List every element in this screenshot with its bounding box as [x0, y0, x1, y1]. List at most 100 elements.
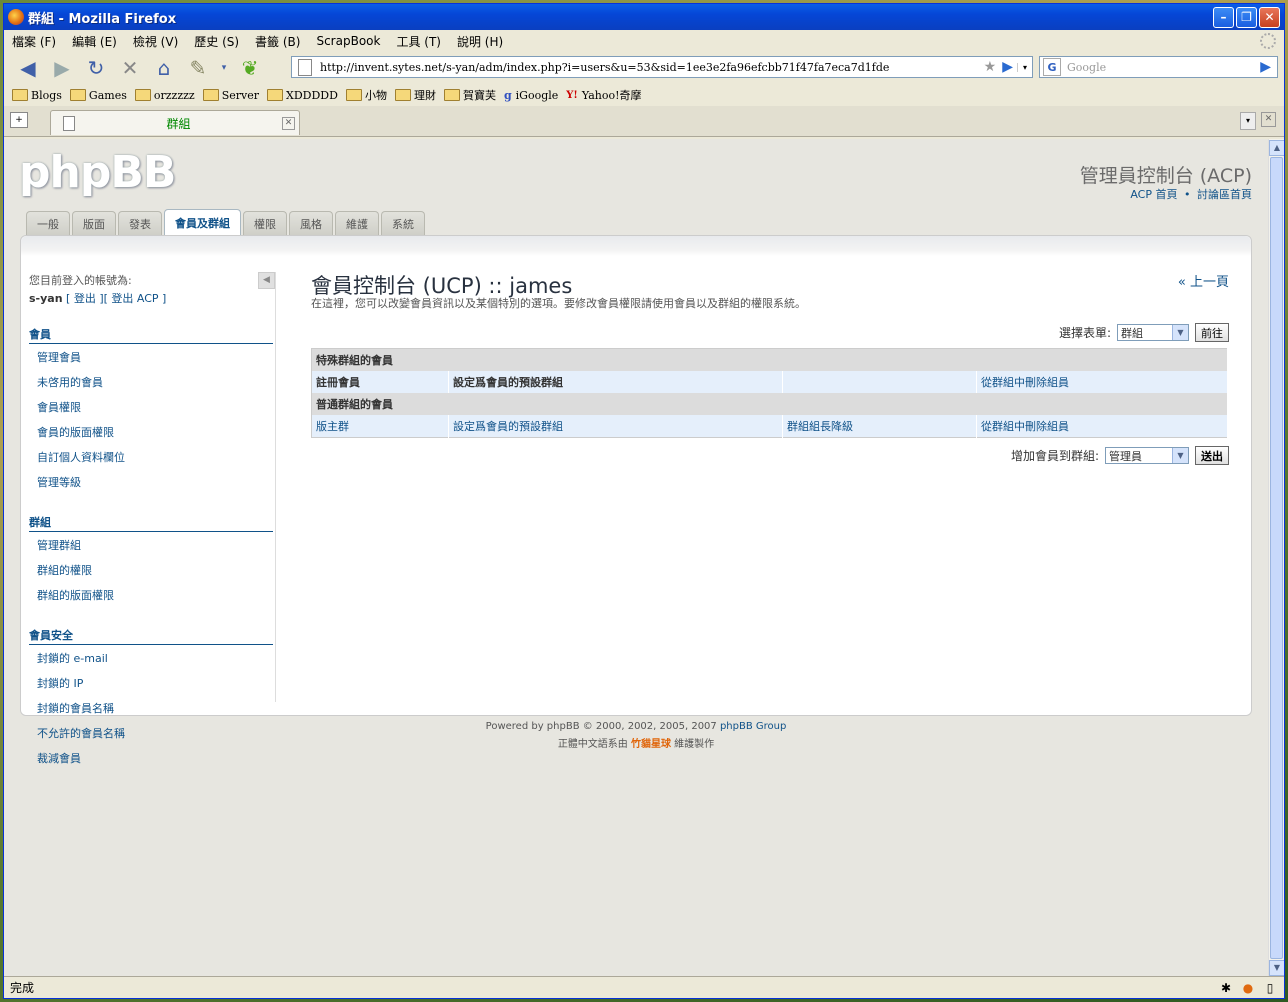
demote-leader-link[interactable]: 群組組長降級: [782, 415, 977, 438]
search-go-icon[interactable]: ▶: [1260, 59, 1271, 75]
back-icon[interactable]: ◀: [14, 55, 42, 81]
bookmark-orzzzzz[interactable]: orzzzzz: [134, 89, 195, 102]
submit-button[interactable]: 送出: [1195, 446, 1229, 465]
tab-close-icon[interactable]: ✕: [282, 116, 295, 130]
tab-maintenance[interactable]: 維護: [335, 211, 379, 235]
go-button[interactable]: 前往: [1195, 323, 1229, 342]
url-bar[interactable]: http://invent.sytes.net/s-yan/adm/index.…: [291, 56, 1033, 78]
menu-group-forum-permissions[interactable]: 群組的版面權限: [29, 582, 275, 607]
group-name-link[interactable]: 版主群: [311, 415, 449, 438]
leaf-icon[interactable]: ❦: [236, 55, 264, 81]
remove-from-group-link[interactable]: 從群組中刪除組員: [976, 415, 1228, 438]
menu-scrapbook[interactable]: ScrapBook: [316, 34, 380, 48]
bookmark-label: Server: [221, 88, 260, 102]
acp-home-link[interactable]: ACP 首頁: [1130, 188, 1177, 201]
translation-team-link[interactable]: 竹貓星球: [631, 739, 671, 750]
menu-manage-ranks[interactable]: 管理等級: [29, 469, 275, 494]
tab-styles[interactable]: 風格: [289, 211, 333, 235]
home-icon[interactable]: ⌂: [150, 55, 178, 81]
bookmark-xddddd[interactable]: XDDDDD: [267, 89, 338, 102]
normal-groups-header: 普通群組的會員: [311, 393, 1228, 415]
menu-manage-groups[interactable]: 管理群組: [29, 532, 275, 557]
menu-bookmarks[interactable]: 書籤 (B): [255, 33, 300, 50]
phpbb-group-link[interactable]: phpBB Group: [720, 721, 786, 732]
menu-edit[interactable]: 編輯 (E): [72, 33, 117, 50]
tab-list-icon[interactable]: ▾: [1240, 112, 1256, 130]
tab-permissions[interactable]: 權限: [243, 211, 287, 235]
remove-from-group-link[interactable]: 從群組中刪除組員: [976, 371, 1228, 393]
bookmark-yahoo[interactable]: Y! Yahoo!奇摩: [566, 87, 641, 103]
firefox-icon: [8, 9, 24, 25]
maximize-button[interactable]: ❐: [1236, 6, 1257, 28]
logout-acp-link[interactable]: [ 登出 ACP ]: [104, 292, 167, 305]
forum-home-link[interactable]: 討論區首頁: [1197, 188, 1252, 201]
menu-user-forum-permissions[interactable]: 會員的版面權限: [29, 419, 275, 444]
phpbb-logo[interactable]: phpBB: [19, 147, 176, 198]
form-select-value: 群組: [1121, 326, 1143, 340]
bookmark-herbalife[interactable]: 賀寶芙: [443, 87, 496, 103]
minimize-button[interactable]: –: [1213, 6, 1234, 28]
footer-line-1: Powered by phpBB © 2000, 2002, 2005, 200…: [4, 721, 1268, 732]
group-select[interactable]: 管理員 ▼: [1105, 447, 1189, 464]
search-bar[interactable]: G Google ▶: [1039, 56, 1278, 78]
menu-tools[interactable]: 工具 (T): [396, 33, 441, 50]
form-select[interactable]: 群組 ▼: [1117, 324, 1189, 341]
tab-system[interactable]: 系統: [381, 211, 425, 235]
close-tab-icon[interactable]: ✕: [1261, 112, 1276, 127]
tab-forums[interactable]: 版面: [72, 211, 116, 235]
menu-view[interactable]: 檢視 (V): [133, 33, 178, 50]
set-default-link[interactable]: 設定爲會員的預設群組: [448, 415, 783, 438]
menu-custom-profile-fields[interactable]: 自訂個人資料欄位: [29, 444, 275, 469]
bookmark-finance[interactable]: 理財: [394, 87, 436, 103]
tab-users-groups[interactable]: 會員及群組: [164, 209, 241, 235]
new-tab-icon[interactable]: +: [10, 112, 28, 128]
star-icon[interactable]: ★: [984, 59, 997, 75]
title-bar[interactable]: 群組 - Mozilla Firefox – ❐ ✕: [4, 4, 1284, 30]
menu-help[interactable]: 說明 (H): [457, 33, 503, 50]
menu-manage-users[interactable]: 管理會員: [29, 344, 275, 369]
bookmark-label: 理財: [413, 89, 436, 102]
vertical-scrollbar[interactable]: ▲ ▼: [1268, 139, 1284, 977]
menu-history[interactable]: 歷史 (S): [194, 33, 239, 50]
forward-icon[interactable]: ▶: [48, 55, 76, 81]
bookmark-games[interactable]: Games: [69, 89, 127, 102]
tab-posting[interactable]: 發表: [118, 211, 162, 235]
scroll-down-icon[interactable]: ▼: [1269, 960, 1284, 976]
go-icon[interactable]: ▶: [1002, 59, 1013, 75]
page-icon: [298, 58, 312, 76]
bookmark-small-things[interactable]: 小物: [345, 87, 387, 103]
scroll-up-icon[interactable]: ▲: [1269, 140, 1284, 156]
close-button[interactable]: ✕: [1259, 6, 1280, 28]
url-dropdown-icon[interactable]: ▾: [1017, 62, 1032, 72]
stop-icon[interactable]: ✕: [116, 55, 144, 81]
reload-icon[interactable]: ↻: [82, 55, 110, 81]
firefox-status-icon[interactable]: ●: [1240, 980, 1256, 996]
set-default-link[interactable]: 設定爲會員的預設群組: [448, 371, 783, 393]
logout-link[interactable]: [ 登出 ]: [66, 292, 104, 305]
menu-inactive-users[interactable]: 未啓用的會員: [29, 369, 275, 394]
menu-file[interactable]: 檔案 (F): [12, 33, 56, 50]
search-input[interactable]: Google: [1067, 61, 1260, 74]
menu-ban-username[interactable]: 封鎖的會員名稱: [29, 695, 275, 720]
bookmark-server[interactable]: Server: [202, 88, 260, 102]
bookmark-blogs[interactable]: Blogs: [12, 89, 62, 102]
menu-ban-ip[interactable]: 封鎖的 IP: [29, 670, 275, 695]
extension-icon[interactable]: ✎: [184, 55, 212, 81]
menu-group-permissions[interactable]: 群組的權限: [29, 557, 275, 582]
google-icon[interactable]: G: [1043, 58, 1061, 76]
tab-general[interactable]: 一般: [26, 211, 70, 235]
bug-icon[interactable]: ✱: [1218, 980, 1234, 996]
scroll-thumb[interactable]: [1270, 157, 1283, 959]
dropdown-arrow-icon[interactable]: ▾: [218, 55, 230, 81]
collapse-sidebar-icon[interactable]: ◀: [258, 272, 275, 289]
url-input[interactable]: http://invent.sytes.net/s-yan/adm/index.…: [320, 61, 984, 74]
bookmark-igoogle[interactable]: g iGoogle: [504, 89, 558, 102]
folder-icon: [443, 89, 460, 101]
page-status-icon[interactable]: ▯: [1262, 980, 1278, 996]
menu-ban-email[interactable]: 封鎖的 e-mail: [29, 645, 275, 670]
browser-tab[interactable]: 群組 ✕: [50, 110, 300, 135]
back-link[interactable]: « 上一頁: [1178, 271, 1229, 290]
menu-user-permissions[interactable]: 會員權限: [29, 394, 275, 419]
chevron-down-icon: ▼: [1172, 448, 1188, 463]
menu-bar: 檔案 (F) 編輯 (E) 檢視 (V) 歷史 (S) 書籤 (B) Scrap…: [4, 30, 1284, 52]
